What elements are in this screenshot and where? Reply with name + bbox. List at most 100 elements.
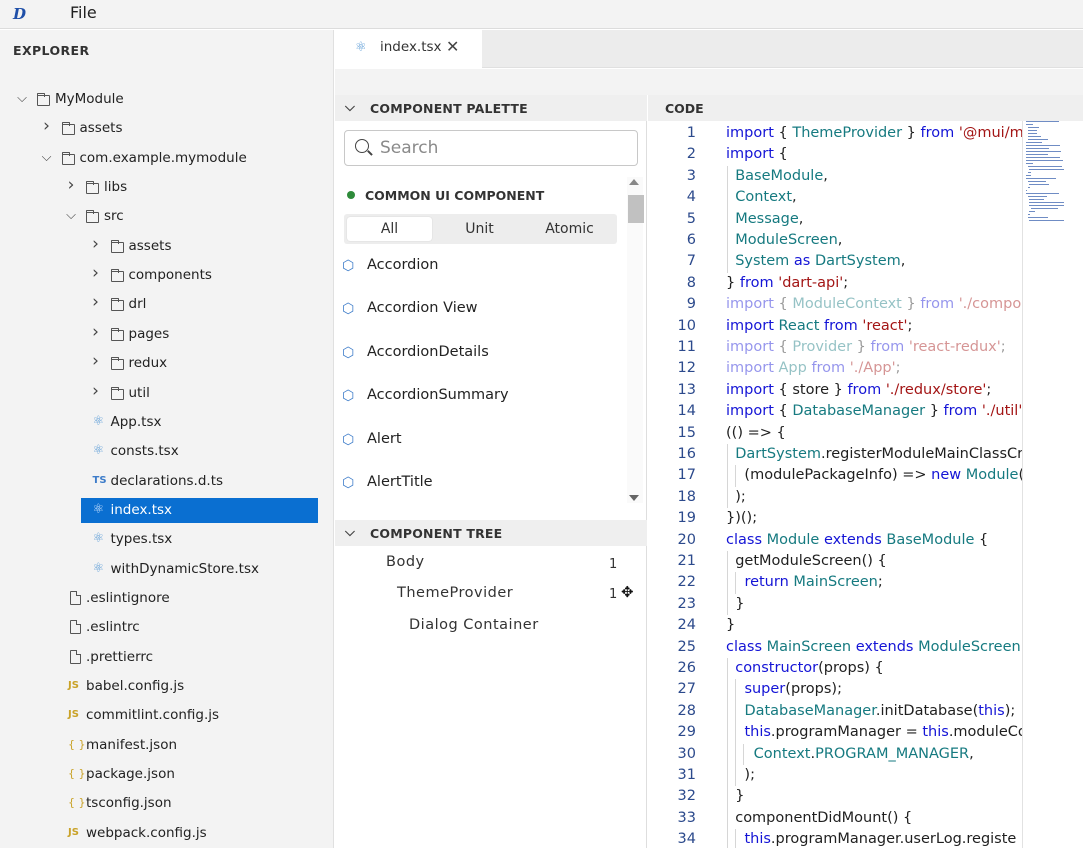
code-line[interactable]: 15 (() => { <box>648 423 1023 444</box>
code-line[interactable]: 14 import { DatabaseManager } from './uti… <box>648 401 1023 422</box>
chevron-down-icon[interactable]: ⌵ <box>15 91 29 107</box>
search-icon <box>355 139 369 153</box>
code-line[interactable]: 19})(); <box>648 508 1023 529</box>
chevron-right-icon[interactable]: › <box>40 118 54 135</box>
code-line[interactable]: 27 super(props); <box>648 679 1023 701</box>
line-number: 14 <box>677 403 696 420</box>
code-line[interactable]: 22 return MainScreen; <box>648 572 1023 594</box>
tree-node-themeprovider[interactable]: ThemeProvider <box>397 585 513 611</box>
code-line[interactable]: 20 class Module extends BaseModule { <box>648 530 1023 551</box>
code-line[interactable]: 17 (modulePackageInfo) => new Module(r <box>648 465 1023 487</box>
palette-scrollbar[interactable] <box>627 177 644 503</box>
tree-item[interactable]: › assets <box>0 116 333 141</box>
chevron-right-icon[interactable]: › <box>89 382 103 399</box>
tree-item[interactable]: › libs <box>0 175 333 200</box>
chevron-right-icon[interactable]: › <box>89 265 103 282</box>
code-line[interactable]: 18 ); <box>648 486 1023 509</box>
tree-item[interactable]: JS babel.config.js <box>0 674 333 699</box>
chevron-right-icon[interactable]: › <box>89 235 103 252</box>
code-line[interactable]: 5 Message, <box>648 208 1023 230</box>
code-line[interactable]: 23 } <box>648 593 1023 616</box>
move-icon[interactable]: ✥ <box>621 583 634 601</box>
palette-search[interactable] <box>344 130 638 166</box>
code-line[interactable]: 32 } <box>648 786 1023 808</box>
tree-item[interactable]: .eslintignore <box>0 586 333 611</box>
menu-file[interactable]: File <box>70 3 97 23</box>
group-header[interactable]: COMMON UI COMPONENT <box>347 188 544 203</box>
chevron-down-icon[interactable]: ⌵ <box>40 150 54 166</box>
tree-item[interactable]: › assets <box>0 234 333 259</box>
tree-item[interactable]: › components <box>0 263 333 288</box>
code-line[interactable]: 29 this.programManager = this.moduleCo <box>648 722 1023 744</box>
chevron-right-icon[interactable]: › <box>89 353 103 370</box>
tree-item[interactable]: .eslintrc <box>0 615 333 640</box>
code-line[interactable]: 9 import { ModuleContext } from './compo <box>648 294 1023 315</box>
scroll-thumb[interactable] <box>628 195 644 223</box>
tree-item[interactable]: { } package.json <box>0 762 333 787</box>
tree-item[interactable]: JS webpack.config.js <box>0 821 333 846</box>
scroll-down-icon[interactable] <box>629 495 639 501</box>
tree-item[interactable]: ⌵ com.example.mymodule <box>0 146 333 171</box>
scroll-up-icon[interactable] <box>629 179 639 185</box>
code-line[interactable]: 10 import React from 'react'; <box>648 316 1023 337</box>
tree-item[interactable]: ⌵ MyModule <box>0 87 333 112</box>
minimap[interactable] <box>1026 121 1072 301</box>
palette-item[interactable]: ⬡ Accordion View <box>335 295 620 325</box>
code-line[interactable]: 2 import { <box>648 144 1023 165</box>
code-line[interactable]: 26 constructor(props) { <box>648 658 1023 680</box>
tree-item[interactable]: { } manifest.json <box>0 733 333 758</box>
tree-node-body[interactable]: Body <box>386 554 425 580</box>
code-line[interactable]: 24} <box>648 615 1023 636</box>
filter-tab-unit[interactable]: Unit <box>437 217 522 241</box>
tree-item[interactable]: ⚛ withDynamicStore.tsx <box>0 557 333 582</box>
code-line[interactable]: 7 System as DartSystem, <box>648 251 1023 273</box>
palette-item[interactable]: ⬡ Accordion <box>335 252 620 282</box>
code-line[interactable]: 1 import { ThemeProvider } from '@mui/m <box>648 123 1023 144</box>
code-line[interactable]: 33 componentDidMount() { <box>648 807 1023 830</box>
search-input[interactable] <box>380 136 630 160</box>
tree-item[interactable]: ⚛ types.tsx <box>0 527 333 552</box>
tree-item[interactable]: { } tsconfig.json <box>0 791 333 816</box>
tree-item[interactable]: ⚛ App.tsx <box>0 410 333 435</box>
code-line[interactable]: 34 this.programManager.userLog.registe <box>648 829 1023 848</box>
tree-node-dialog-container[interactable]: Dialog Container <box>409 617 539 643</box>
palette-item[interactable]: ⬡ AccordionSummary <box>335 382 620 412</box>
tab-index-tsx[interactable]: ⚛ index.tsx ✕ <box>335 30 482 68</box>
code-line[interactable]: 3 BaseModule, <box>648 165 1023 188</box>
chevron-down-icon[interactable]: ⌵ <box>64 208 78 224</box>
code-line[interactable]: 12 import App from './App'; <box>648 358 1023 379</box>
code-line[interactable]: 16 DartSystem.registerModuleMainClassCr <box>648 444 1023 466</box>
chevron-right-icon[interactable]: › <box>89 323 103 340</box>
tree-item[interactable]: ⚛ consts.tsx <box>0 439 333 464</box>
tree-item[interactable]: › drl <box>0 292 333 317</box>
code-editor[interactable]: 1 import { ThemeProvider } from '@mui/m 2 i… <box>648 121 1023 848</box>
code-line[interactable]: 13 import { store } from './redux/store'; <box>648 380 1023 401</box>
code-line[interactable]: 21 getModuleScreen() { <box>648 551 1023 573</box>
filter-tab-atomic[interactable]: Atomic <box>527 217 612 241</box>
palette-item[interactable]: ⬡ AlertTitle <box>335 469 620 499</box>
code-line[interactable]: 8} from 'dart-api'; <box>648 273 1023 294</box>
tree-item[interactable]: › util <box>0 381 333 406</box>
code-line[interactable]: 31 ); <box>648 765 1023 787</box>
code-line[interactable]: 6 ModuleScreen, <box>648 230 1023 252</box>
tree-item[interactable]: ⚛ index.tsx <box>81 497 318 523</box>
palette-item[interactable]: ⬡ Alert <box>335 426 620 456</box>
tree-item[interactable]: ⌵ src <box>0 204 333 229</box>
tree-item[interactable]: JS commitlint.config.js <box>0 703 333 728</box>
chevron-right-icon[interactable]: › <box>89 294 103 311</box>
code-line[interactable]: 30 Context.PROGRAM_MANAGER, <box>648 743 1023 765</box>
tree-item[interactable]: › pages <box>0 322 333 347</box>
code-line[interactable]: 25 class MainScreen extends ModuleScreen <box>648 637 1023 658</box>
tree-item[interactable]: .prettierrc <box>0 645 333 670</box>
filter-tab-all[interactable]: All <box>347 217 432 241</box>
chevron-right-icon[interactable]: › <box>64 177 78 194</box>
palette-item[interactable]: ⬡ AccordionDetails <box>335 339 620 369</box>
code-line[interactable]: 11 import { Provider } from 'react-redux'… <box>648 337 1023 358</box>
close-icon[interactable]: ✕ <box>446 37 459 56</box>
code-line[interactable]: 4 Context, <box>648 187 1023 209</box>
tree-item[interactable]: › redux <box>0 351 333 376</box>
tree-item[interactable]: TS declarations.d.ts <box>0 469 333 494</box>
component-tree-header[interactable]: ⌵ COMPONENT TREE <box>335 520 647 546</box>
palette-header[interactable]: ⌵ COMPONENT PALETTE <box>335 95 647 121</box>
code-line[interactable]: 28 DatabaseManager.initDatabase(this); <box>648 700 1023 723</box>
